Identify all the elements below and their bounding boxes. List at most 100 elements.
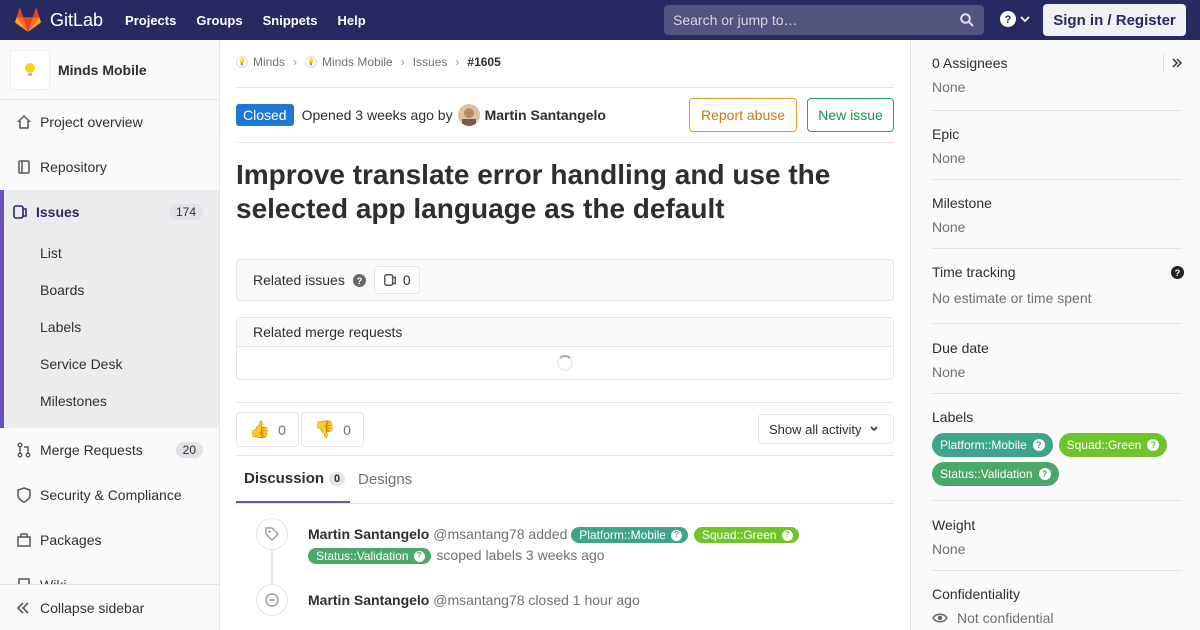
breadcrumb-minds-mobile[interactable]: 💡 Minds Mobile bbox=[305, 55, 393, 69]
issues-icon bbox=[383, 274, 396, 286]
author-avatar[interactable] bbox=[457, 104, 480, 126]
sidebar-item-overview[interactable]: Project overview bbox=[0, 103, 219, 141]
tab-label: Discussion bbox=[244, 470, 325, 487]
search-input[interactable] bbox=[673, 12, 943, 28]
activity-filter-dropdown[interactable]: Show all activity bbox=[758, 414, 894, 444]
search-box bbox=[664, 5, 984, 35]
breadcrumb-minds[interactable]: 💡 Minds bbox=[236, 55, 285, 69]
chevron-right-icon: › bbox=[455, 55, 460, 69]
lightbulb-icon bbox=[25, 62, 35, 76]
label-pill-status[interactable]: Status::Validation? bbox=[932, 462, 1059, 486]
breadcrumb-issues[interactable]: Issues bbox=[413, 55, 448, 69]
note-author[interactable]: Martin Santangelo bbox=[308, 592, 429, 608]
question-icon: ? bbox=[1147, 439, 1160, 451]
weight-title: Weight bbox=[932, 517, 976, 533]
breadcrumb-issue-number[interactable]: #1605 bbox=[467, 55, 500, 69]
nav-help[interactable]: Help bbox=[338, 13, 366, 28]
left-sidebar: Minds Mobile Project overview Repository… bbox=[0, 40, 220, 630]
sidebar-subitem-milestones[interactable]: Milestones bbox=[40, 393, 107, 409]
divider bbox=[236, 87, 894, 88]
confidentiality-block: Confidentiality Not confidential bbox=[932, 586, 1182, 630]
sidebar-item-packages[interactable]: Packages bbox=[0, 521, 219, 559]
confidentiality-title: Confidentiality bbox=[932, 586, 1020, 602]
question-circle-icon[interactable]: ? bbox=[352, 273, 366, 287]
question-icon: ? bbox=[413, 550, 425, 562]
help-dropdown[interactable]: ? bbox=[1000, 11, 1031, 27]
label-pill-platform[interactable]: Platform::Mobile? bbox=[932, 433, 1053, 457]
milestone-block: Milestone None bbox=[932, 195, 1182, 249]
eye-icon bbox=[932, 613, 948, 623]
time-tracking-title: Time tracking bbox=[932, 264, 1016, 280]
note-action: closed 1 hour ago bbox=[528, 592, 640, 608]
time-tracking-value: No estimate or time spent bbox=[932, 290, 1092, 306]
home-icon bbox=[16, 114, 32, 130]
status-badge: Closed bbox=[236, 104, 294, 126]
nav-groups[interactable]: Groups bbox=[196, 13, 242, 28]
due-date-value: None bbox=[932, 364, 966, 380]
sidebar-label: Repository bbox=[40, 159, 107, 175]
note-handle[interactable]: @msantang78 bbox=[433, 526, 524, 542]
label-pill-platform[interactable]: Platform::Mobile? bbox=[571, 527, 688, 544]
collapse-sidebar-button[interactable]: Collapse sidebar bbox=[0, 584, 219, 630]
related-merge-requests-panel: Related merge requests bbox=[236, 317, 894, 380]
project-header[interactable]: Minds Mobile bbox=[0, 40, 219, 100]
sidebar-label: Project overview bbox=[40, 114, 143, 130]
sidebar-item-security[interactable]: Security & Compliance bbox=[0, 476, 219, 514]
thumbs-up-button[interactable]: 👍 0 bbox=[236, 412, 299, 447]
report-abuse-button[interactable]: Report abuse bbox=[689, 98, 797, 132]
sidebar-subitem-service-desk[interactable]: Service Desk bbox=[40, 356, 122, 372]
thumbs-up-icon: 👍 bbox=[249, 419, 271, 439]
package-icon bbox=[16, 532, 32, 548]
project-avatar bbox=[10, 49, 50, 90]
label-pill-status[interactable]: Status::Validation? bbox=[308, 548, 431, 565]
label-text: Platform::Mobile bbox=[940, 438, 1027, 452]
question-icon: ? bbox=[670, 529, 682, 541]
svg-text:?: ? bbox=[1175, 268, 1181, 278]
weight-value: None bbox=[932, 541, 966, 557]
new-issue-button[interactable]: New issue bbox=[807, 98, 894, 132]
shield-icon bbox=[16, 487, 32, 503]
label-text: Squad::Green bbox=[1066, 438, 1142, 452]
sidebar-item-merge-requests[interactable]: Merge Requests 20 bbox=[0, 431, 219, 469]
divider bbox=[236, 142, 894, 143]
sidebar-label: Merge Requests bbox=[40, 442, 143, 458]
labels-title: Labels bbox=[932, 409, 974, 425]
epic-title: Epic bbox=[932, 126, 960, 142]
nav-snippets[interactable]: Snippets bbox=[263, 13, 318, 28]
chevron-down-icon bbox=[1020, 16, 1030, 23]
question-circle-icon[interactable]: ? bbox=[1171, 266, 1184, 279]
related-issues-count[interactable]: 0 bbox=[373, 266, 420, 294]
search-icon[interactable] bbox=[960, 13, 974, 27]
issues-icon bbox=[12, 204, 28, 220]
related-issues-label: Related issues bbox=[253, 272, 345, 288]
sign-in-button[interactable]: Sign in / Register bbox=[1043, 4, 1186, 36]
note-handle[interactable]: @msantang78 bbox=[433, 592, 524, 608]
related-issues-panel: Related issues ? 0 bbox=[236, 259, 894, 301]
milestone-value: None bbox=[932, 219, 966, 235]
gitlab-logo[interactable]: GitLab bbox=[15, 0, 103, 40]
sidebar-item-repository[interactable]: Repository bbox=[0, 148, 219, 186]
assignees-value: None bbox=[932, 79, 966, 95]
chevron-down-icon bbox=[870, 426, 879, 432]
label-pill-squad[interactable]: Squad::Green? bbox=[1058, 433, 1168, 457]
tab-discussion[interactable]: Discussion 0 bbox=[236, 456, 350, 503]
thumbs-down-button[interactable]: 👎 0 bbox=[301, 412, 364, 447]
confidentiality-row: Not confidential bbox=[932, 610, 1182, 626]
question-icon: ? bbox=[781, 529, 793, 541]
brand-name: GitLab bbox=[50, 9, 104, 30]
sidebar-item-issues[interactable]: Issues 174 bbox=[0, 193, 219, 231]
assignees-block: 0 Assignees None bbox=[932, 55, 1182, 111]
nav-projects[interactable]: Projects bbox=[125, 13, 176, 28]
project-avatar-icon: 💡 bbox=[305, 56, 318, 68]
author-name[interactable]: Martin Santangelo bbox=[485, 107, 606, 123]
tab-designs[interactable]: Designs bbox=[358, 456, 412, 503]
sidebar-subitem-list[interactable]: List bbox=[40, 245, 62, 261]
svg-text:?: ? bbox=[356, 275, 362, 285]
related-issues-count-value: 0 bbox=[402, 272, 411, 288]
label-pill-squad[interactable]: Squad::Green? bbox=[693, 527, 799, 544]
merge-request-icon bbox=[16, 442, 32, 458]
sidebar-subitem-labels[interactable]: Labels bbox=[40, 319, 81, 335]
note-author[interactable]: Martin Santangelo bbox=[308, 526, 429, 542]
sidebar-subitem-boards[interactable]: Boards bbox=[40, 282, 84, 298]
mr-count-badge: 20 bbox=[175, 442, 203, 458]
